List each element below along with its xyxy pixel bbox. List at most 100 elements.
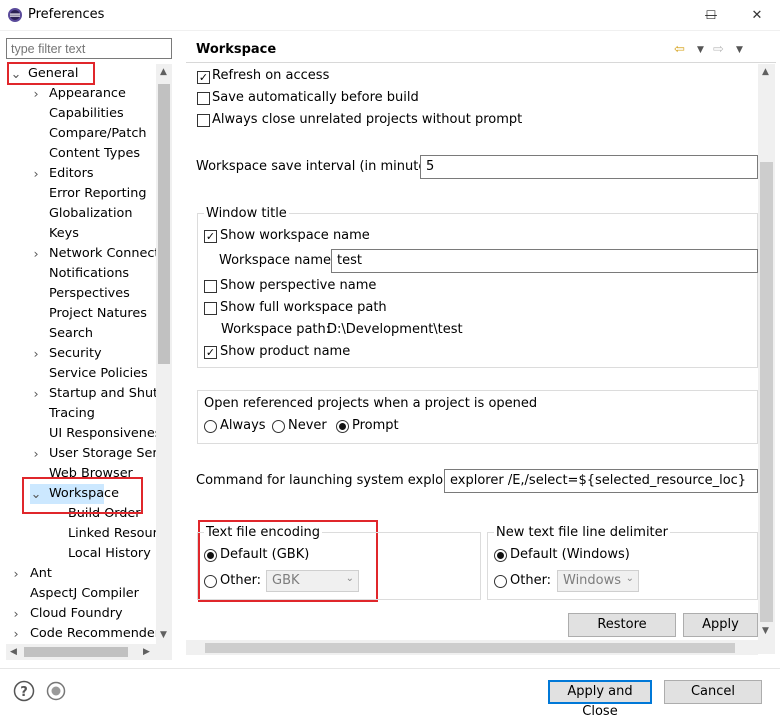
eclipse-app-icon xyxy=(7,7,23,23)
back-dropdown-icon[interactable]: ▼ xyxy=(697,45,704,55)
close-button[interactable]: ✕ xyxy=(734,0,780,30)
back-arrow-icon[interactable]: ⇦ xyxy=(674,42,685,57)
save-interval-input[interactable]: 5 xyxy=(420,155,758,179)
encoding-default-radio[interactable] xyxy=(204,549,217,562)
always-close-checkbox[interactable] xyxy=(197,114,210,127)
window-title: Preferences xyxy=(28,7,105,22)
scroll-down-icon[interactable]: ▼ xyxy=(160,630,167,640)
tree-item-label: User Storage Serv xyxy=(49,446,166,461)
filter-input[interactable] xyxy=(6,38,172,59)
scroll-down-icon[interactable]: ▼ xyxy=(762,626,769,636)
encoding-other-radio[interactable] xyxy=(204,575,217,588)
tree-item-local-history[interactable]: Local History xyxy=(68,544,151,564)
show-workspace-name-label: Show workspace name xyxy=(220,228,370,243)
title-bar xyxy=(0,0,780,31)
chevron-right-icon[interactable]: › xyxy=(10,564,22,584)
tree-item-label: Code Recommenders xyxy=(30,626,167,641)
chevron-down-icon: ⌄ xyxy=(625,573,634,584)
chevron-right-icon[interactable]: › xyxy=(30,84,42,104)
apply-button[interactable]: Apply xyxy=(683,613,758,637)
chevron-right-icon[interactable]: › xyxy=(30,384,42,404)
show-product-name-label: Show product name xyxy=(220,344,351,359)
show-product-name-checkbox[interactable]: ✓ xyxy=(204,346,217,359)
never-radio[interactable] xyxy=(272,420,285,433)
preference-tree: ⌄ General › Appearance Capabilities Comp… xyxy=(6,64,171,644)
maximize-button[interactable]: ☐ xyxy=(686,0,736,30)
show-full-path-checkbox[interactable] xyxy=(204,302,217,315)
tree-item-tracing[interactable]: Tracing xyxy=(49,404,95,424)
chevron-right-icon[interactable]: › xyxy=(30,244,42,264)
tree-item-ui-responsiveness[interactable]: UI Responsiveness xyxy=(49,424,168,444)
encoding-group-label: Text file encoding xyxy=(204,525,323,540)
delimiter-select-value: Windows xyxy=(563,573,622,588)
tree-item-perspectives[interactable]: Perspectives xyxy=(49,284,130,304)
svg-text:?: ? xyxy=(20,685,28,700)
cancel-button[interactable]: Cancel xyxy=(664,680,762,704)
annotation-box-general xyxy=(7,62,95,85)
always-radio[interactable] xyxy=(204,420,217,433)
save-automatically-checkbox[interactable] xyxy=(197,92,210,105)
save-interval-label: Workspace save interval (in minutes): xyxy=(196,159,443,174)
tree-item-linked-resources[interactable]: Linked Resourc xyxy=(68,524,165,544)
tree-item-aspectj-compiler[interactable]: AspectJ Compiler xyxy=(30,584,139,604)
tree-horizontal-scroll-thumb[interactable] xyxy=(24,647,128,657)
tree-item-label: Security xyxy=(49,346,102,361)
tree-item-project-natures[interactable]: Project Natures xyxy=(49,304,147,324)
menu-dropdown-icon[interactable]: ▼ xyxy=(736,45,743,55)
prompt-label: Prompt xyxy=(352,418,399,433)
chevron-down-icon: ⌄ xyxy=(345,573,354,584)
never-label: Never xyxy=(288,418,327,433)
workspace-name-input[interactable]: test xyxy=(331,249,758,273)
tree-item-service-policies[interactable]: Service Policies xyxy=(49,364,148,384)
help-icon[interactable]: ? xyxy=(13,680,35,702)
header-separator xyxy=(186,62,776,63)
refresh-on-access-checkbox[interactable]: ✓ xyxy=(197,71,210,84)
show-workspace-name-checkbox[interactable]: ✓ xyxy=(204,230,217,243)
tree-item-label: Editors xyxy=(49,166,94,181)
tree-item-compare-patch[interactable]: Compare/Patch xyxy=(49,124,147,144)
page-vertical-scroll-thumb[interactable] xyxy=(760,162,773,622)
forward-arrow-icon[interactable]: ⇨ xyxy=(713,42,724,57)
chevron-right-icon[interactable]: › xyxy=(10,604,22,624)
tree-item-search[interactable]: Search xyxy=(49,324,93,344)
record-icon[interactable] xyxy=(46,681,66,701)
delimiter-other-radio[interactable] xyxy=(494,575,507,588)
delimiter-select[interactable]: Windows ⌄ xyxy=(557,570,639,592)
annotation-box-workspace xyxy=(22,477,143,514)
chevron-right-icon[interactable]: › xyxy=(30,444,42,464)
tree-item-notifications[interactable]: Notifications xyxy=(49,264,129,284)
tree-item-capabilities[interactable]: Capabilities xyxy=(49,104,124,124)
delimiter-other-label: Other: xyxy=(510,573,552,588)
show-perspective-name-label: Show perspective name xyxy=(220,278,377,293)
page-horizontal-scroll-thumb[interactable] xyxy=(205,643,735,653)
tree-item-label: Network Connecti xyxy=(49,246,163,261)
chevron-right-icon[interactable]: › xyxy=(30,164,42,184)
encoding-other-label: Other: xyxy=(220,573,262,588)
prompt-radio[interactable] xyxy=(336,420,349,433)
tree-item-keys[interactable]: Keys xyxy=(49,224,79,244)
save-automatically-label: Save automatically before build xyxy=(212,90,419,105)
chevron-right-icon[interactable]: › xyxy=(30,344,42,364)
encoding-default-label: Default (GBK) xyxy=(220,547,310,562)
show-perspective-name-checkbox[interactable] xyxy=(204,280,217,293)
tree-item-error-reporting[interactable]: Error Reporting xyxy=(49,184,146,204)
scroll-up-icon[interactable]: ▲ xyxy=(762,67,769,77)
tree-item-label: Startup and Shutd xyxy=(49,386,167,401)
tree-item-globalization[interactable]: Globalization xyxy=(49,204,132,224)
window-title-group-label: Window title xyxy=(204,206,289,221)
scroll-left-icon[interactable]: ◀ xyxy=(10,647,17,657)
show-full-path-label: Show full workspace path xyxy=(220,300,387,315)
encoding-select-value: GBK xyxy=(272,573,300,588)
scroll-right-icon[interactable]: ▶ xyxy=(143,647,150,657)
chevron-right-icon[interactable]: › xyxy=(10,624,22,644)
footer-separator xyxy=(0,668,780,669)
tree-item-content-types[interactable]: Content Types xyxy=(49,144,140,164)
tree-vertical-scroll-thumb[interactable] xyxy=(158,84,170,364)
apply-and-close-button[interactable]: Apply and Close xyxy=(548,680,652,719)
restore-defaults-button[interactable]: Restore Defaults xyxy=(568,613,676,654)
encoding-select[interactable]: GBK ⌄ xyxy=(266,570,359,592)
command-input[interactable]: explorer /E,/select=${selected_resource_… xyxy=(444,469,758,493)
workspace-name-label: Workspace name: xyxy=(219,253,336,268)
delimiter-default-radio[interactable] xyxy=(494,549,507,562)
scroll-up-icon[interactable]: ▲ xyxy=(160,67,167,77)
